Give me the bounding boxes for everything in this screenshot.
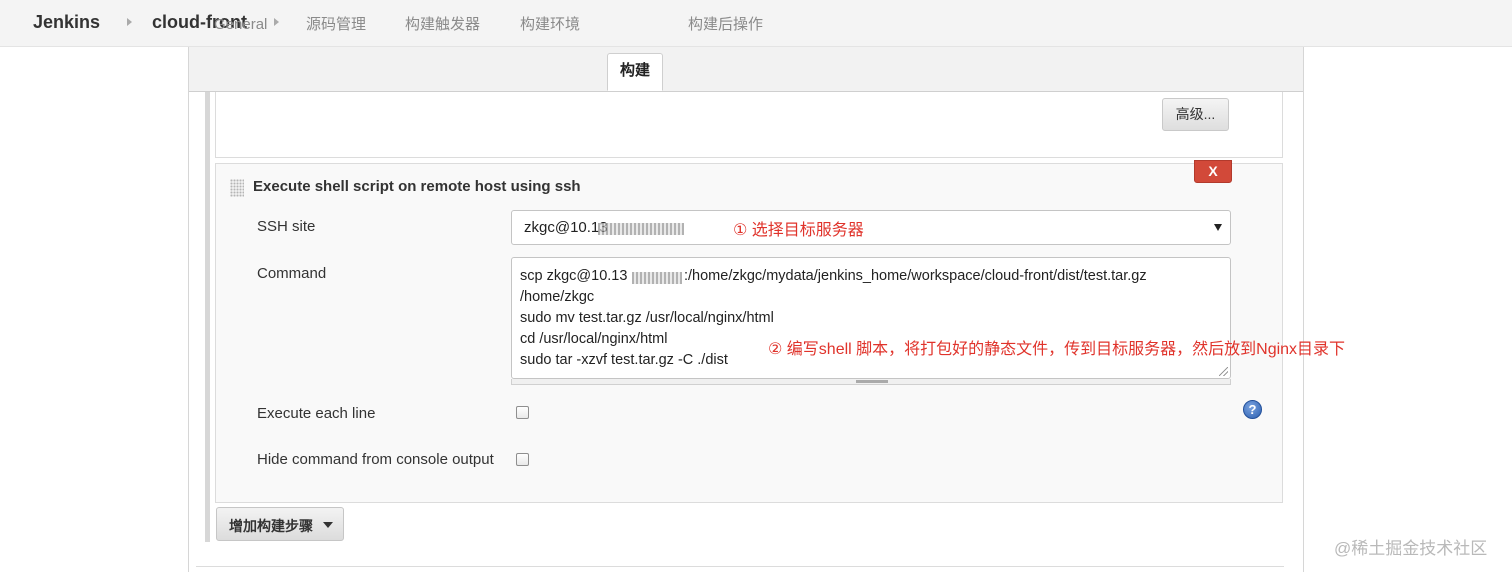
tab-build-triggers[interactable]: 构建触发器: [405, 8, 480, 45]
ssh-site-label: SSH site: [257, 218, 316, 235]
redacted-ip: [632, 272, 682, 284]
advanced-button[interactable]: 高级...: [1162, 98, 1229, 131]
textarea-expand-bar[interactable]: [511, 379, 1231, 385]
execute-each-line-checkbox[interactable]: [516, 406, 529, 419]
section-accent-bar: [205, 92, 210, 542]
execute-each-line-label: Execute each line: [257, 405, 376, 422]
resize-grip-icon[interactable]: [1219, 367, 1228, 376]
caret-down-icon: [323, 522, 333, 528]
command-line: sudo tar -xzvf test.tar.gz -C ./dist: [520, 352, 728, 368]
tab-source-code[interactable]: 源码管理: [306, 8, 366, 45]
expand-handle-icon: [856, 380, 888, 383]
add-build-step-button[interactable]: 增加构建步骤: [216, 507, 344, 541]
add-build-step-label: 增加构建步骤: [229, 518, 313, 534]
command-textarea[interactable]: scp zkgc@10.13 :/home/zkgc/mydata/jenkin…: [511, 257, 1231, 379]
delete-step-button[interactable]: X: [1194, 160, 1232, 183]
breadcrumb-separator-icon: [127, 18, 132, 26]
watermark: @稀土掘金技术社区: [1334, 539, 1488, 558]
command-line: :/home/zkgc/mydata/jenkins_home/workspac…: [684, 268, 1147, 284]
config-tabs: [189, 47, 1303, 92]
tab-post-build[interactable]: 构建后操作: [688, 8, 763, 45]
breadcrumb-dropdown-icon[interactable]: [274, 18, 279, 26]
ssh-site-value: zkgc@10.13: [524, 219, 608, 236]
ssh-site-select[interactable]: zkgc@10.13: [511, 210, 1231, 245]
breadcrumb-jenkins[interactable]: Jenkins: [33, 12, 100, 33]
ssh-step-title: Execute shell script on remote host usin…: [253, 178, 581, 195]
page-frame-right: [1303, 47, 1304, 572]
command-line: scp zkgc@10.13: [520, 268, 628, 284]
command-line: cd /usr/local/nginx/html: [520, 331, 668, 347]
tab-build-environment[interactable]: 构建环境: [520, 8, 580, 45]
drag-handle-icon[interactable]: [230, 179, 244, 197]
redacted-ip: [598, 223, 684, 235]
command-line: /home/zkgc: [520, 289, 595, 305]
tab-build[interactable]: 构建: [607, 53, 664, 91]
help-icon[interactable]: ?: [1243, 400, 1262, 419]
annotation-step2: ② 编写shell 脚本，将打包好的静态文件，传到目标服务器，然后放到Nginx…: [768, 341, 1346, 358]
dropdown-arrow-icon: [1214, 224, 1222, 231]
command-label: Command: [257, 265, 327, 282]
tab-general[interactable]: General: [214, 8, 267, 45]
page-frame-left: [188, 47, 189, 572]
previous-build-step: [215, 92, 1283, 158]
page-divider: [196, 566, 1284, 567]
hide-command-checkbox[interactable]: [516, 453, 529, 466]
command-line: sudo mv test.tar.gz /usr/local/nginx/htm…: [520, 310, 774, 326]
annotation-step1: ① 选择目标服务器: [733, 222, 864, 239]
hide-command-label: Hide command from console output: [257, 451, 494, 468]
